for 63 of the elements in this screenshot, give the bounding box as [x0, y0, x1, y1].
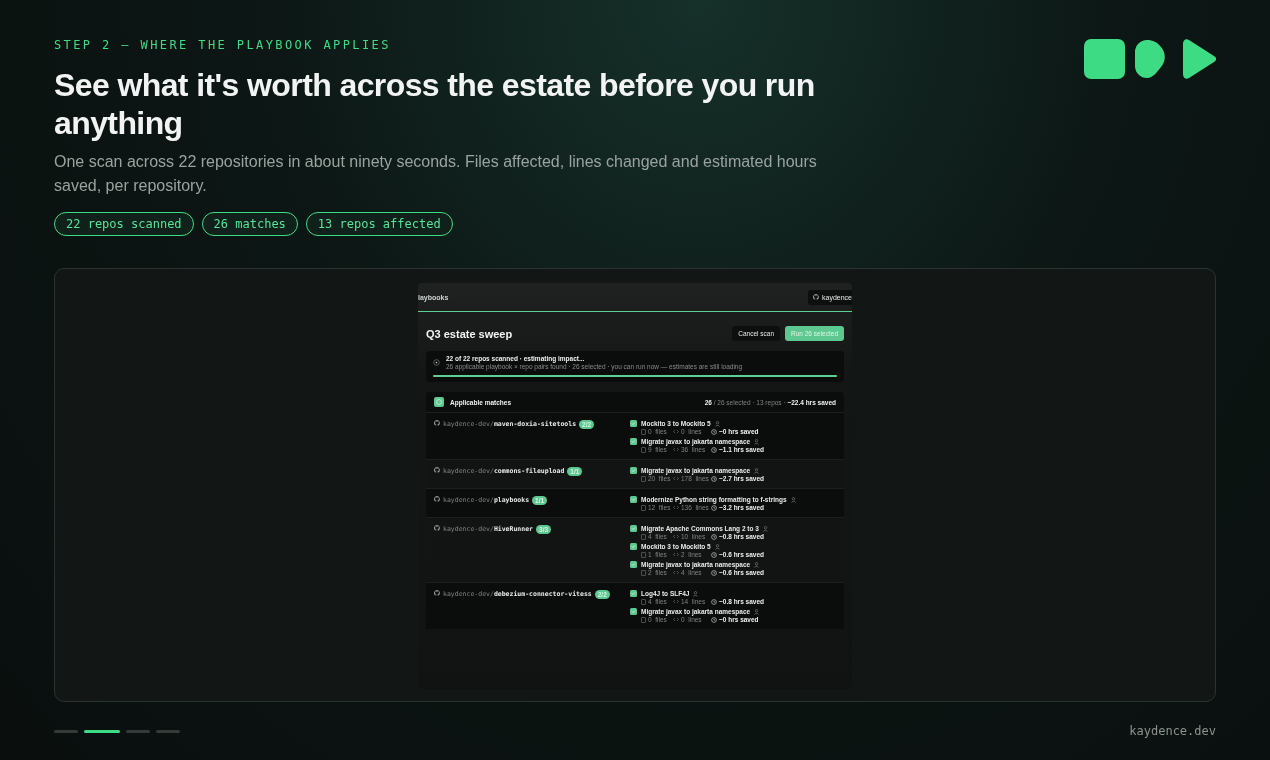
checkbox[interactable] [630, 608, 637, 615]
page-subtitle: One scan across 22 repositories in about ninety seconds. Files affected, lines changed and estimated hours saved, per repository. [54, 152, 818, 196]
github-icon [434, 525, 440, 531]
step-label: STEP 2 — WHERE THE PLAYBOOK APPLIES [54, 38, 392, 52]
checkbox[interactable] [630, 420, 637, 427]
clock-icon [711, 533, 717, 540]
file-icon [641, 616, 646, 623]
file-icon [641, 504, 646, 511]
checkbox[interactable] [630, 496, 637, 503]
code-icon [673, 617, 679, 622]
clock-icon [711, 569, 717, 576]
code-icon [673, 534, 679, 539]
github-icon [813, 294, 820, 300]
file-icon [641, 533, 646, 540]
person-icon [693, 590, 699, 597]
file-icon [641, 551, 646, 558]
file-icon [641, 598, 646, 605]
file-icon [641, 428, 646, 435]
clock-icon [711, 598, 717, 605]
site-domain: kaydence.dev [1129, 724, 1216, 738]
file-icon [641, 446, 646, 453]
checkbox[interactable] [630, 543, 637, 550]
checkbox[interactable] [630, 561, 637, 568]
clock-icon [711, 551, 717, 558]
page-indicator[interactable] [84, 729, 120, 733]
scan-title: Q3 estate sweep [426, 327, 513, 340]
code-icon [673, 599, 679, 604]
person-icon [790, 496, 796, 503]
code-icon [673, 552, 679, 557]
clock-icon [711, 616, 717, 623]
clock-icon [711, 428, 717, 435]
checkbox[interactable] [630, 525, 637, 532]
file-icon [641, 569, 646, 576]
target-icon [434, 397, 444, 407]
checkbox[interactable] [630, 438, 637, 445]
checkbox[interactable] [630, 467, 637, 474]
code-icon [673, 429, 679, 434]
spinner-icon [433, 359, 440, 366]
github-icon [434, 496, 440, 502]
stat-pill: 22 repos scanned [54, 212, 194, 236]
stat-pill: 26 matches [201, 212, 298, 236]
github-icon [434, 590, 440, 596]
code-icon [673, 505, 679, 510]
person-icon [754, 608, 760, 615]
person-icon [754, 467, 760, 474]
person-icon [754, 438, 760, 445]
code-icon [673, 447, 679, 452]
stat-pill: 13 repos affected [305, 212, 453, 236]
clock-icon [711, 504, 717, 511]
page-title: See what it's worth across the estate before you run anything [54, 66, 816, 142]
person-icon [754, 561, 760, 568]
person-icon [714, 420, 720, 427]
checkbox[interactable] [630, 590, 637, 597]
code-icon [673, 476, 679, 481]
clock-icon [711, 475, 717, 482]
file-icon [641, 475, 646, 482]
github-icon [434, 467, 440, 473]
person-icon [714, 543, 720, 550]
logo-icon [1084, 38, 1216, 80]
person-icon [762, 525, 768, 532]
github-icon [434, 420, 440, 426]
clock-icon [711, 446, 717, 453]
code-icon [673, 570, 679, 575]
